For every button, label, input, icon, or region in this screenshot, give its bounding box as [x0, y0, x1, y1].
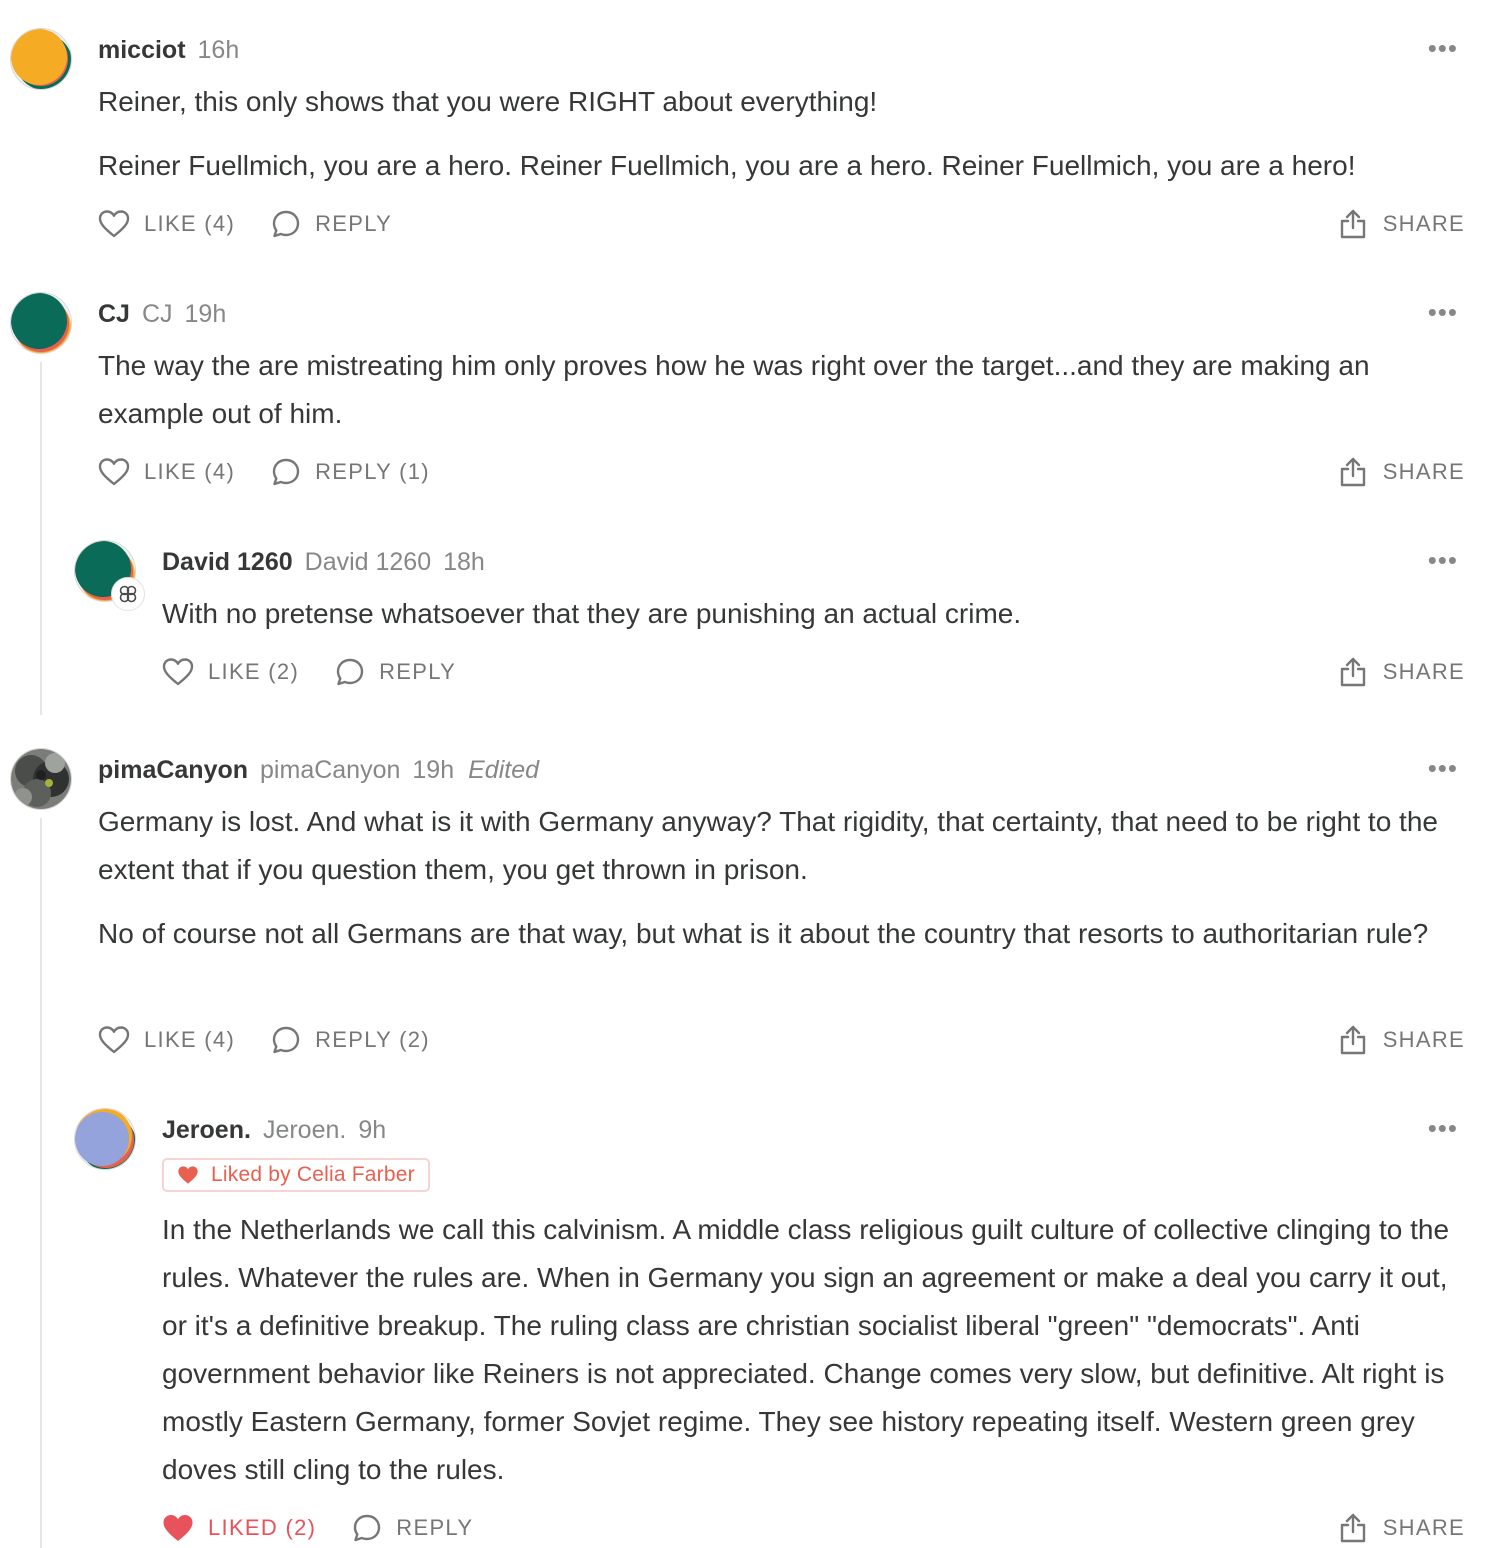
reply-bubble-icon [272, 458, 300, 486]
heart-filled-icon [163, 1515, 193, 1541]
avatar[interactable] [10, 292, 72, 354]
share-icon [1340, 457, 1365, 487]
avatar[interactable] [10, 748, 72, 810]
comment-body: Germany is lost. And what is it with Ger… [98, 798, 1466, 974]
share-label: SHARE [1382, 659, 1465, 684]
share-button[interactable]: SHARE [1339, 652, 1465, 692]
like-label: LIKE (4) [144, 459, 236, 484]
comment-body: In the Netherlands we call this calvinis… [162, 1206, 1466, 1510]
share-button[interactable]: SHARE [1339, 204, 1465, 244]
comment-paragraph: The way the are mistreating him only pro… [98, 350, 1370, 429]
share-button[interactable]: SHARE [1339, 1020, 1465, 1060]
comment-actions: LIKE (4) REPLY (1) [98, 452, 466, 492]
comment-paragraph: With no pretense whatsoever that they ar… [162, 598, 1022, 629]
avatar[interactable] [10, 28, 72, 90]
comment-time[interactable]: 9h [358, 1116, 386, 1145]
like-label: LIKE (4) [144, 211, 236, 236]
comment-body: With no pretense whatsoever that they ar… [162, 590, 1466, 654]
comment-meta: micciot 16h [98, 30, 239, 70]
comment-body: Reiner, this only shows that you were RI… [98, 78, 1466, 206]
comment-author[interactable]: micciot [98, 36, 186, 65]
more-icon[interactable]: ••• [1428, 547, 1458, 573]
reply-button[interactable]: REPLY [271, 209, 392, 239]
reply-label: REPLY [315, 211, 393, 236]
comment-paragraph: In the Netherlands we call this calvinis… [162, 1214, 1450, 1485]
comment-actions: LIKE (4) REPLY [98, 204, 428, 244]
comment-author[interactable]: pimaCanyon [98, 756, 248, 785]
comment-time[interactable]: 18h [443, 548, 485, 577]
like-button[interactable]: LIKE (4) [98, 209, 235, 239]
more-icon[interactable]: ••• [1428, 35, 1458, 61]
more-icon[interactable]: ••• [1428, 755, 1458, 781]
heart-filled-icon [178, 1166, 198, 1184]
reply-bubble-icon [272, 1026, 300, 1054]
thread-line [40, 362, 42, 715]
heart-icon [162, 658, 194, 686]
like-label: LIKE (2) [208, 659, 300, 684]
reply-button[interactable]: REPLY (2) [271, 1025, 430, 1055]
share-button[interactable]: SHARE [1339, 1508, 1465, 1548]
comment-meta: David 1260 David 1260 18h [162, 542, 485, 582]
share-label: SHARE [1382, 211, 1465, 236]
heart-icon [98, 458, 130, 486]
share-icon [1340, 1513, 1365, 1543]
reply-bubble-icon [272, 210, 300, 238]
comment-author[interactable]: CJ [98, 300, 130, 329]
like-button[interactable]: LIKE (2) [162, 657, 299, 687]
share-icon [1340, 209, 1365, 239]
thread-line [40, 818, 42, 1548]
liked-button[interactable]: LIKED (2) [162, 1513, 316, 1543]
comment-time[interactable]: 19h [412, 756, 454, 785]
comment-paragraph: Germany is lost. And what is it with Ger… [98, 806, 1438, 885]
comment-actions: LIKE (4) REPLY (2) [98, 1020, 466, 1060]
reply-bubble-icon [354, 1514, 381, 1542]
reply-button[interactable]: REPLY [335, 657, 456, 687]
comment-actions: LIKED (2) REPLY [162, 1508, 509, 1548]
share-label: SHARE [1382, 1515, 1465, 1540]
share-icon [1340, 1025, 1365, 1055]
comment-body: The way the are mistreating him only pro… [98, 342, 1466, 454]
reply-button[interactable]: REPLY [352, 1513, 473, 1543]
heart-icon [98, 210, 130, 238]
comment-author[interactable]: David 1260 [162, 548, 293, 577]
comment-time[interactable]: 16h [198, 36, 240, 65]
comment-meta: Jeroen. Jeroen. 9h [162, 1110, 386, 1150]
more-icon[interactable]: ••• [1428, 1115, 1458, 1141]
comment-handle[interactable]: Jeroen. [263, 1116, 346, 1145]
like-label: LIKED (2) [208, 1515, 317, 1540]
reply-button[interactable]: REPLY (1) [271, 457, 430, 487]
heart-icon [98, 1026, 130, 1054]
badge-icon [111, 577, 145, 611]
reply-label: REPLY [379, 659, 457, 684]
reply-bubble-icon [336, 658, 364, 686]
reply-label: REPLY [396, 1515, 474, 1540]
comment-time[interactable]: 19h [185, 300, 227, 329]
comment-paragraph: No of course not all Germans are that wa… [98, 918, 1429, 949]
share-icon [1340, 657, 1365, 687]
share-button[interactable]: SHARE [1339, 452, 1465, 492]
like-button[interactable]: LIKE (4) [98, 457, 235, 487]
comment-actions: LIKE (2) REPLY [162, 652, 492, 692]
comment-handle[interactable]: pimaCanyon [260, 756, 400, 785]
liked-by-label: Liked by Celia Farber [211, 1163, 415, 1186]
share-label: SHARE [1382, 1027, 1465, 1052]
comment-paragraph: Reiner, this only shows that you were RI… [98, 86, 878, 117]
share-label: SHARE [1382, 459, 1465, 484]
like-label: LIKE (4) [144, 1027, 236, 1052]
edited-label: Edited [468, 755, 539, 784]
comment-handle[interactable]: David 1260 [305, 548, 431, 577]
reply-label: REPLY (2) [315, 1027, 430, 1052]
reply-label: REPLY (1) [315, 459, 430, 484]
liked-by-author-badge: Liked by Celia Farber [162, 1158, 430, 1192]
comment-paragraph: Reiner Fuellmich, you are a hero. Reiner… [98, 150, 1356, 181]
like-button[interactable]: LIKE (4) [98, 1025, 235, 1055]
avatar[interactable] [74, 1108, 136, 1170]
comment-meta: pimaCanyon pimaCanyon 19h Edited [98, 750, 539, 790]
comment-author[interactable]: Jeroen. [162, 1116, 251, 1145]
more-icon[interactable]: ••• [1428, 299, 1458, 325]
comment-meta: CJ CJ 19h [98, 294, 226, 334]
comment-handle[interactable]: CJ [142, 300, 173, 329]
